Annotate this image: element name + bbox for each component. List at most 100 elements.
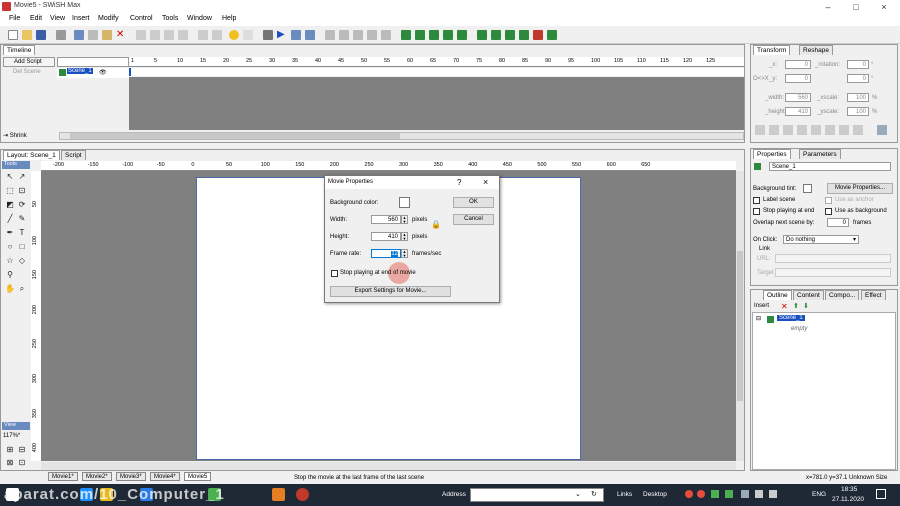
open-icon[interactable] — [22, 30, 32, 40]
zoom-level[interactable]: 117%* — [3, 433, 20, 439]
movie-tab-5[interactable]: Movie5 — [184, 472, 212, 481]
ellipse-tool-icon[interactable]: ○ — [5, 242, 15, 252]
movie-properties-button[interactable]: Movie Properties... — [827, 183, 893, 194]
insert-image-icon[interactable] — [457, 30, 467, 40]
subselect-tool-icon[interactable]: ↗ — [17, 172, 27, 182]
tab-reshape[interactable]: Reshape — [799, 45, 834, 55]
scene-row[interactable]: Scene_1 👁 — [57, 68, 129, 78]
save-icon[interactable] — [36, 30, 46, 40]
next-frame-icon[interactable] — [353, 30, 363, 40]
distribute-v-icon[interactable] — [853, 125, 863, 135]
line-tool-icon[interactable]: ╱ — [5, 214, 15, 224]
insert-sound-icon[interactable] — [505, 30, 515, 40]
layout-vscrollbar[interactable] — [736, 171, 744, 461]
copy-icon[interactable] — [88, 30, 98, 40]
volume-icon[interactable] — [769, 490, 777, 498]
recorder-icon[interactable] — [296, 488, 309, 501]
prev-frame-icon[interactable] — [339, 30, 349, 40]
tab-script[interactable]: Script — [61, 150, 86, 160]
insert-content-icon[interactable] — [477, 30, 487, 40]
tray-icon-1[interactable] — [685, 490, 693, 498]
hand-tool-icon[interactable]: ✋ — [5, 284, 15, 294]
stop-at-end-checkbox[interactable] — [331, 270, 338, 277]
tray-icon-2[interactable] — [697, 490, 705, 498]
layout-vscroll-thumb[interactable] — [737, 251, 743, 401]
play-icon[interactable]: ▶ — [277, 30, 287, 40]
eyedropper-tool-icon[interactable]: ⚲ — [5, 270, 15, 280]
rotation-field[interactable]: 0 — [847, 60, 869, 69]
stop-icon[interactable] — [263, 30, 273, 40]
hint-icon[interactable] — [243, 30, 253, 40]
zoom-100-icon[interactable]: ⊟ — [17, 445, 27, 455]
stop-end-checkbox[interactable] — [753, 208, 760, 215]
undo-icon[interactable] — [198, 30, 208, 40]
reshape-tool-icon[interactable]: ⬚ — [5, 186, 15, 196]
tab-parameters[interactable]: Parameters — [799, 149, 841, 159]
desktop-label[interactable]: Desktop — [643, 491, 667, 498]
onclick-select[interactable]: Do nothing ▾ — [783, 235, 859, 244]
collapse-icon[interactable]: ⊟ — [756, 315, 761, 322]
scene-tree-item[interactable]: Scene_1 — [777, 315, 805, 321]
y-field[interactable]: 0 — [785, 74, 811, 83]
bring-front-icon[interactable] — [164, 30, 174, 40]
menu-control[interactable]: Control — [130, 15, 153, 22]
timeline-frames[interactable] — [129, 68, 744, 76]
timeline-scroll-left[interactable] — [57, 57, 129, 67]
notifications-icon[interactable] — [876, 489, 886, 499]
insert-shape-icon[interactable] — [547, 30, 557, 40]
tray-icon-3[interactable] — [711, 490, 719, 498]
use-anchor-checkbox[interactable] — [825, 197, 832, 204]
links-label[interactable]: Links — [617, 491, 632, 498]
align-middle-icon[interactable] — [811, 125, 821, 135]
autoshape-tool-icon[interactable]: ◇ — [17, 256, 27, 266]
clock-date[interactable]: 27.11.2020 — [832, 496, 864, 503]
movie-tab-2[interactable]: Movie2* — [82, 472, 112, 481]
delete-icon[interactable]: ✕ — [116, 30, 126, 40]
send-backward-icon[interactable] — [150, 30, 160, 40]
move-up-icon[interactable]: ⬆ — [793, 302, 799, 310]
loop-icon[interactable] — [381, 30, 391, 40]
framerate-spinner[interactable]: ▲ ▼ — [401, 249, 408, 258]
align-center-icon[interactable] — [769, 125, 779, 135]
tab-timeline[interactable]: Timeline — [3, 45, 36, 55]
paste-icon[interactable] — [102, 30, 112, 40]
label-scene-checkbox[interactable] — [753, 197, 760, 204]
tab-layout[interactable]: Layout: Scene_1 — [3, 150, 60, 160]
ok-button[interactable]: OK — [453, 197, 494, 208]
target-field[interactable] — [775, 268, 891, 277]
star-tool-icon[interactable]: ☆ — [5, 256, 15, 266]
zoom-all-icon[interactable]: ⊡ — [17, 458, 27, 468]
align-left-icon[interactable] — [755, 125, 765, 135]
height-spinner[interactable]: ▲ ▼ — [401, 232, 408, 241]
send-back-icon[interactable] — [178, 30, 188, 40]
swish-icon[interactable] — [272, 488, 285, 501]
pencil-tool-icon[interactable]: ✎ — [17, 214, 27, 224]
tab-properties[interactable]: Properties — [753, 149, 791, 159]
play-scene-icon[interactable] — [291, 30, 301, 40]
bring-forward-icon[interactable] — [136, 30, 146, 40]
insert-script-icon[interactable] — [519, 30, 529, 40]
print-icon[interactable] — [56, 30, 66, 40]
align-bottom-icon[interactable] — [825, 125, 835, 135]
width-field[interactable]: 560 — [371, 215, 401, 224]
tab-outline[interactable]: Outline — [763, 290, 792, 300]
yscale-field[interactable]: 100 — [847, 107, 869, 116]
height-field-t[interactable]: 410 — [785, 107, 811, 116]
tab-content[interactable]: Content — [793, 290, 824, 300]
tab-effect[interactable]: Effect — [861, 290, 886, 300]
refresh-icon[interactable]: ↻ — [591, 490, 597, 498]
first-frame-icon[interactable] — [325, 30, 335, 40]
tray-icon-5[interactable] — [741, 490, 749, 498]
movie-tab-3[interactable]: Movie3* — [116, 472, 146, 481]
menu-edit[interactable]: Edit — [30, 15, 42, 22]
insert-effect-icon[interactable] — [491, 30, 501, 40]
zoom-fit-icon[interactable]: ⊞ — [5, 445, 15, 455]
dialog-close-button[interactable]: × — [483, 177, 488, 187]
grid-icon[interactable] — [877, 125, 887, 135]
scene-name-field[interactable]: Scene_1 — [769, 162, 891, 171]
timeline-scroll-thumb[interactable] — [70, 133, 400, 139]
rotation2-field[interactable]: 0 — [847, 74, 869, 83]
language-indicator[interactable]: ENG — [812, 491, 826, 498]
insert-button-icon[interactable] — [429, 30, 439, 40]
menu-insert[interactable]: Insert — [72, 15, 90, 22]
